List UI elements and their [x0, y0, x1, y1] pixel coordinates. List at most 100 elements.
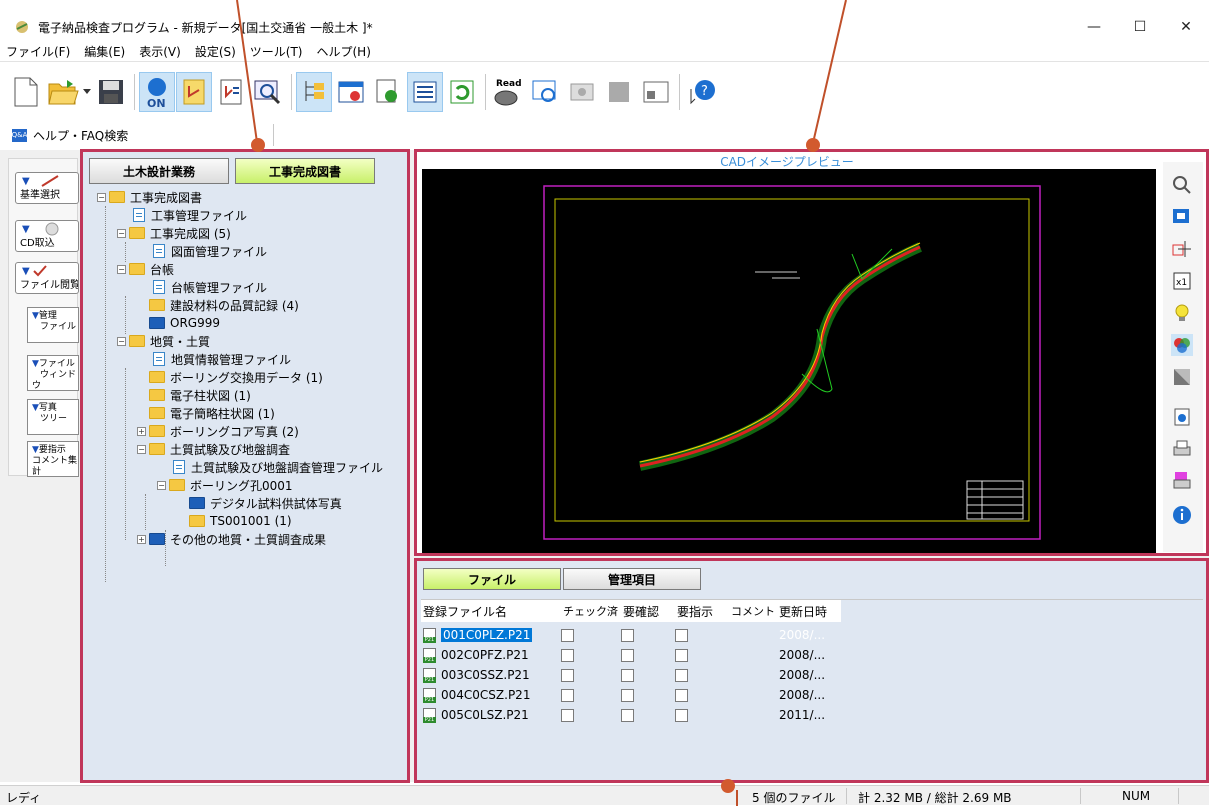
print-tool[interactable]	[1171, 438, 1193, 460]
disc-button[interactable]	[564, 72, 600, 112]
close-button[interactable]: ✕	[1163, 12, 1209, 42]
column-header-confirm[interactable]: 要確認	[623, 603, 659, 620]
zoom-tool[interactable]	[1171, 174, 1193, 196]
tree-node[interactable]: 電子簡略柱状図 (1)	[149, 404, 275, 422]
file-browse-button[interactable]: ▼ ファイル閲覧	[15, 262, 79, 294]
column-header-filename[interactable]: 登録ファイル名	[423, 603, 507, 620]
column-header-updated[interactable]: 更新日時	[779, 603, 827, 620]
tab-civil-design[interactable]: 土木設計業務	[89, 158, 229, 184]
side-button-photo-tree[interactable]: ▼写真 ツリー	[27, 399, 79, 435]
tree-node[interactable]: TS001001 (1)	[189, 512, 292, 530]
menu-edit[interactable]: 編集(E)	[84, 43, 125, 60]
open-folder-button[interactable]	[45, 72, 81, 112]
tree-node[interactable]: − 台帳	[117, 260, 174, 278]
window-zoom-tool[interactable]	[1171, 206, 1193, 228]
minimize-button[interactable]: —	[1071, 12, 1117, 42]
instruction-checkbox[interactable]	[675, 648, 688, 662]
file-row[interactable]: 004C0CSZ.P21 2008/...	[421, 686, 841, 704]
file-row[interactable]: 001C0PLZ.P21 2008/...	[421, 626, 841, 644]
tree-view-button[interactable]	[296, 72, 332, 112]
collapse-icon[interactable]: −	[117, 264, 126, 274]
instruction-checkbox[interactable]	[675, 708, 688, 722]
standard-select-button[interactable]: ▼ 基準選択	[15, 172, 79, 204]
refresh-button[interactable]	[444, 72, 480, 112]
cad-drawing-canvas[interactable]	[422, 169, 1156, 553]
checked-checkbox[interactable]	[561, 708, 574, 722]
collapse-icon[interactable]: −	[117, 228, 126, 238]
instruction-checkbox[interactable]	[675, 628, 688, 642]
checked-checkbox[interactable]	[561, 668, 574, 682]
tree-node[interactable]: デジタル試料供試体写真	[189, 494, 342, 512]
tree-node[interactable]: ORG999	[149, 314, 220, 332]
menu-tools[interactable]: ツール(T)	[250, 43, 303, 60]
new-file-button[interactable]	[8, 72, 44, 112]
gray-box-button[interactable]	[601, 72, 637, 112]
tree-node[interactable]: 工事管理ファイル	[131, 206, 247, 224]
instruction-checkbox[interactable]	[675, 668, 688, 682]
side-button-comment-summary[interactable]: ▼要指示 コメント集計	[27, 441, 79, 477]
instruction-check-button[interactable]	[213, 72, 249, 112]
cd-import-button[interactable]: ▼ CD取込	[15, 220, 79, 252]
required-check-button[interactable]	[176, 72, 212, 112]
tab-construction-completion[interactable]: 工事完成図書	[235, 158, 375, 184]
expand-icon[interactable]: +	[137, 534, 146, 544]
expand-icon[interactable]: +	[137, 426, 146, 436]
checked-checkbox[interactable]	[561, 648, 574, 662]
check-on-button[interactable]: ON	[139, 72, 175, 112]
list-view-button[interactable]	[407, 72, 443, 112]
confirm-checkbox[interactable]	[621, 708, 634, 722]
collapse-icon[interactable]: −	[137, 444, 146, 454]
column-header-instruction[interactable]: 要指示	[677, 603, 713, 620]
tree-node[interactable]: ボーリング交換用データ (1)	[149, 368, 323, 386]
export-tool[interactable]	[1171, 406, 1193, 428]
tree-node[interactable]: 土質試験及び地盤調査管理ファイル	[171, 458, 383, 476]
confirm-checkbox[interactable]	[621, 688, 634, 702]
help-faq-bar[interactable]: Q&A ヘルプ・FAQ検索	[12, 124, 274, 146]
tree-node[interactable]: − 工事完成図 (5)	[117, 224, 231, 242]
column-header-comment[interactable]: コメント	[731, 603, 775, 619]
info-tool[interactable]	[1171, 504, 1193, 526]
column-header-checked[interactable]: チェック済	[563, 603, 618, 619]
zoom-document-button[interactable]	[370, 72, 406, 112]
layout-button[interactable]	[638, 72, 674, 112]
confirm-checkbox[interactable]	[621, 648, 634, 662]
preview-button[interactable]	[527, 72, 563, 112]
file-row[interactable]: 003C0SSZ.P21 2008/...	[421, 666, 841, 684]
light-tool[interactable]	[1171, 302, 1193, 324]
tree-node[interactable]: − ボーリング孔0001	[157, 476, 293, 494]
menu-help[interactable]: ヘルプ(H)	[317, 43, 371, 60]
pan-tool[interactable]	[1171, 238, 1193, 260]
menu-view[interactable]: 表示(V)	[139, 43, 181, 60]
contrast-tool[interactable]	[1171, 366, 1193, 388]
instruction-checkbox[interactable]	[675, 688, 688, 702]
tree-node[interactable]: 地質情報管理ファイル	[151, 350, 291, 368]
tree-node[interactable]: − 工事完成図書	[97, 188, 202, 206]
tree-node[interactable]: 電子柱状図 (1)	[149, 386, 251, 404]
tab-files[interactable]: ファイル	[423, 568, 561, 590]
help-pointer-button[interactable]: ?	[684, 72, 720, 112]
menu-file[interactable]: ファイル(F)	[6, 43, 70, 60]
print-preview-tool[interactable]	[1171, 470, 1193, 492]
tree-node[interactable]: 図面管理ファイル	[151, 242, 267, 260]
tree-node[interactable]: 建設材料の品質記録 (4)	[149, 296, 299, 314]
tree-node[interactable]: 台帳管理ファイル	[151, 278, 267, 296]
fit-tool[interactable]: x1	[1171, 270, 1193, 292]
read-button[interactable]: Read	[490, 72, 526, 112]
save-button[interactable]	[93, 72, 129, 112]
color-tool[interactable]	[1171, 334, 1193, 356]
collapse-icon[interactable]: −	[157, 480, 166, 490]
confirm-checkbox[interactable]	[621, 628, 634, 642]
tree-node[interactable]: + ボーリングコア写真 (2)	[137, 422, 299, 440]
checked-checkbox[interactable]	[561, 688, 574, 702]
tree-node[interactable]: − 地質・土質	[117, 332, 210, 350]
maximize-button[interactable]: ☐	[1117, 12, 1163, 42]
dropdown-arrow-button[interactable]	[82, 72, 92, 112]
tree-node[interactable]: + その他の地質・土質調査成果	[137, 530, 326, 548]
collapse-icon[interactable]: −	[117, 336, 126, 346]
side-button-file-window[interactable]: ▼ファイル ウィンドウ	[27, 355, 79, 391]
file-row[interactable]: 002C0PFZ.P21 2008/...	[421, 646, 841, 664]
menu-settings[interactable]: 設定(S)	[195, 43, 236, 60]
checked-checkbox[interactable]	[561, 628, 574, 642]
window-view-button[interactable]	[333, 72, 369, 112]
side-button-management-file[interactable]: ▼管理 ファイル	[27, 307, 79, 343]
